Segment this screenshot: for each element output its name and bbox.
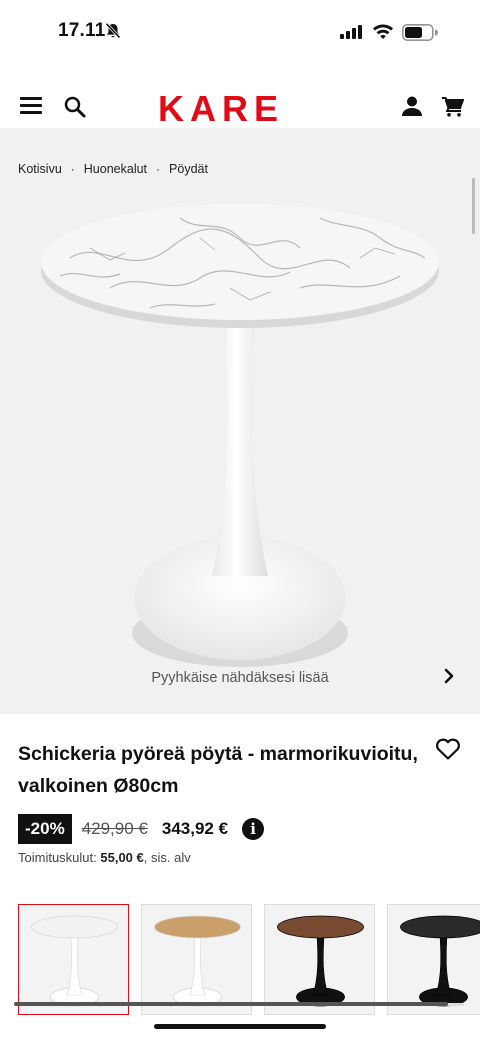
- breadcrumb-home[interactable]: Kotisivu: [18, 162, 62, 176]
- kare-logo[interactable]: KARE: [158, 88, 284, 130]
- thumbnail-table-image: [400, 915, 480, 1007]
- shipping-amount: 55,00 €: [100, 850, 144, 865]
- breadcrumb-furniture[interactable]: Huonekalut: [84, 162, 147, 176]
- bell-muted-icon: [105, 22, 121, 39]
- old-price: 429,90 €: [81, 819, 148, 838]
- variant-thumbnails: [18, 904, 480, 1015]
- heart-icon[interactable]: [435, 737, 461, 761]
- shipping-label: Toimituskulut:: [18, 850, 97, 865]
- breadcrumb: Kotisivu · Huonekalut · Pöydät: [18, 162, 208, 176]
- home-indicator[interactable]: [154, 1024, 326, 1029]
- breadcrumb-separator: ·: [156, 162, 161, 176]
- wifi-icon: [373, 24, 393, 39]
- breadcrumb-tables[interactable]: Pöydät: [169, 162, 208, 176]
- thumbnail-table-image: [277, 915, 364, 1007]
- cart-icon[interactable]: [442, 97, 464, 117]
- price-row: -20% 429,90 € 343,92 € i: [18, 814, 265, 844]
- status-time: 17.11: [58, 20, 106, 41]
- site-header: KARE: [0, 88, 480, 130]
- status-bar: 17.11: [0, 0, 480, 64]
- account-icon[interactable]: [402, 96, 422, 116]
- variant-thumbnail[interactable]: [18, 904, 129, 1015]
- battery-icon: [402, 24, 438, 41]
- chevron-right-icon[interactable]: [440, 666, 458, 686]
- signal-icon: [340, 25, 362, 39]
- thumbnail-table-image: [154, 915, 241, 1007]
- product-gallery[interactable]: Kotisivu · Huonekalut · Pöydät Pyyhkäise…: [0, 128, 480, 714]
- thumbnail-table-image: [31, 915, 118, 1007]
- product-image[interactable]: [0, 188, 480, 678]
- variant-thumbnail[interactable]: [264, 904, 375, 1015]
- swipe-hint: Pyyhkäise nähdäksesi lisää: [151, 670, 329, 686]
- shipping-suffix: , sis. alv: [143, 850, 191, 865]
- current-price: 343,92 €: [161, 819, 229, 838]
- shipping-info: Toimituskulut: 55,00 €, sis. alv: [18, 850, 191, 865]
- variant-thumbnail[interactable]: [387, 904, 480, 1015]
- breadcrumb-separator: ·: [70, 162, 75, 176]
- product-title: Schickeria pyöreä pöytä - marmorikuvioit…: [18, 743, 418, 797]
- search-icon[interactable]: [64, 96, 86, 118]
- info-icon[interactable]: i: [242, 818, 265, 840]
- discount-badge: -20%: [18, 814, 72, 844]
- menu-icon[interactable]: [20, 97, 42, 115]
- variant-thumbnail[interactable]: [141, 904, 252, 1015]
- thumbnail-scrollbar[interactable]: [14, 1002, 448, 1006]
